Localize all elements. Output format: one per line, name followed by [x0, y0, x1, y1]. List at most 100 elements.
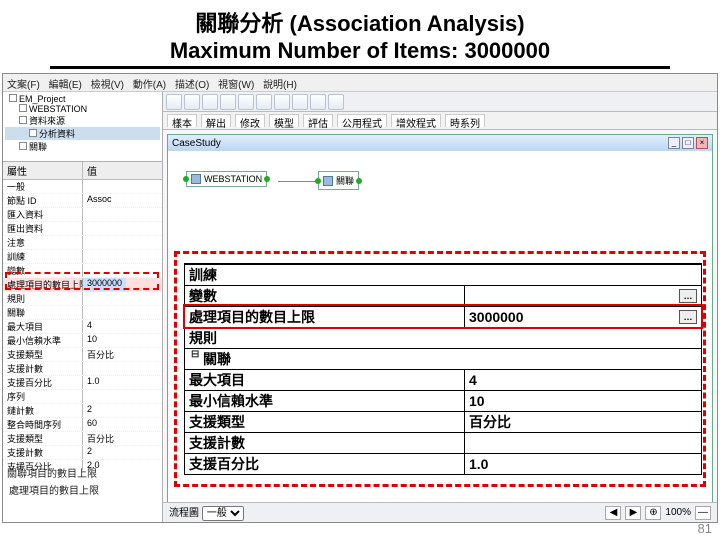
prop-row[interactable]: 關聯 — [3, 306, 162, 320]
status-bar: 流程圖 一般 ◀ ▶ ⊕ 100% — — [163, 502, 717, 522]
menu-window[interactable]: 視窗(W) — [218, 80, 254, 91]
toolbar-button[interactable] — [202, 94, 218, 110]
tab-modify[interactable]: 修改 — [235, 114, 265, 127]
value-max-items[interactable]: 3000000 — [469, 309, 524, 325]
window-minimize-button[interactable]: _ — [668, 137, 680, 149]
tab-timeseries[interactable]: 時系列 — [445, 114, 485, 127]
row-support-percent[interactable]: 支援百分比1.0 — [185, 453, 701, 474]
menu-edit[interactable]: 編輯(E) — [49, 80, 82, 91]
menu-desc[interactable]: 描述(O) — [175, 80, 209, 91]
toolbar-button[interactable] — [256, 94, 272, 110]
row-variables[interactable]: 變數 … — [185, 285, 701, 306]
section-train: 訓練 — [185, 264, 701, 285]
association-icon — [323, 176, 333, 186]
right-pane: 樣本 解出 修改 模型 評估 公用程式 增效程式 時系列 CaseStudy _… — [163, 92, 717, 522]
prop-row[interactable]: 節點 IDAssoc — [3, 194, 162, 208]
prop-row[interactable]: 匯入資料 — [3, 208, 162, 222]
window-close-button[interactable]: × — [696, 137, 708, 149]
project-tree[interactable]: EM_Project WEBSTATION 資料來源 分析資料 關聯 — [3, 92, 162, 162]
zoom-slider[interactable]: — — [695, 506, 711, 520]
toolbar-button[interactable] — [184, 94, 200, 110]
slide-subtitle: Maximum Number of Items: 3000000 — [50, 38, 670, 69]
folder-icon — [19, 142, 27, 150]
row-min-confidence[interactable]: 最小信賴水準10 — [185, 390, 701, 411]
flow-connector — [278, 181, 316, 182]
window-maximize-button[interactable]: □ — [682, 137, 694, 149]
prop-row[interactable]: 訓練 — [3, 250, 162, 264]
nav-prev-button[interactable]: ◀ — [605, 506, 621, 520]
left-footer-1: 關聯項目的數目上限 — [7, 465, 97, 480]
prop-row[interactable]: 最小信賴水準10 — [3, 334, 162, 348]
menu-action[interactable]: 動作(A) — [133, 80, 166, 91]
prop-row[interactable]: 序列 — [3, 390, 162, 404]
zoom-fit-button[interactable]: ⊕ — [645, 506, 661, 520]
prop-row[interactable]: 支援百分比1.0 — [3, 376, 162, 390]
row-max-items-processed[interactable]: 處理項目的數目上限 3000000… — [185, 306, 701, 327]
folder-icon — [19, 116, 27, 124]
prop-row[interactable]: 支援計數 — [3, 362, 162, 376]
left-prop-header: 屬性 值 — [3, 162, 162, 180]
tab-utility[interactable]: 公用程式 — [337, 114, 387, 127]
diagram-title: CaseStudy — [172, 138, 221, 149]
toolbar-button[interactable] — [274, 94, 290, 110]
tab-explore[interactable]: 解出 — [201, 114, 231, 127]
ellipsis-button[interactable]: … — [679, 310, 697, 324]
diagram-canvas[interactable]: WEBSTATION 關聯 — [168, 151, 712, 261]
node-icon — [29, 129, 37, 137]
prop-row[interactable]: 處理項目的數目上限3000000 — [3, 278, 162, 292]
app-window: 文案(F) 編輯(E) 檢視(V) 動作(A) 描述(O) 視窗(W) 說明(H… — [2, 73, 718, 523]
prop-row[interactable]: 支援計數2 — [3, 446, 162, 460]
diagram-window: CaseStudy _ □ × WEBSTATION 關聯 — [167, 134, 713, 510]
prop-row[interactable]: 整合時間序列60 — [3, 418, 162, 432]
node-association[interactable]: 關聯 — [318, 171, 359, 190]
menu-help[interactable]: 說明(H) — [263, 80, 297, 91]
main-toolbar — [163, 92, 717, 112]
prop-row[interactable]: 最大項目4 — [3, 320, 162, 334]
toolbar-button[interactable] — [328, 94, 344, 110]
prop-row[interactable]: 規則 — [3, 292, 162, 306]
toolbar-button[interactable] — [220, 94, 236, 110]
row-max-items[interactable]: 最大項目4 — [185, 369, 701, 390]
left-prop-grid[interactable]: 一般節點 IDAssoc匯入資料匯出資料注意訓練變數處理項目的數目上限30000… — [3, 180, 162, 470]
status-label: 流程圖 — [169, 508, 199, 519]
menu-view[interactable]: 檢視(V) — [91, 80, 124, 91]
datasource-icon — [191, 174, 201, 184]
prop-row[interactable]: 一般 — [3, 180, 162, 194]
nav-next-button[interactable]: ▶ — [625, 506, 641, 520]
ellipsis-button[interactable]: … — [679, 289, 697, 303]
toolbar-button[interactable] — [166, 94, 182, 110]
tab-bar: 樣本 解出 修改 模型 評估 公用程式 增效程式 時系列 — [163, 112, 717, 130]
section-association: ⊟ 關聯 — [185, 348, 701, 369]
tab-sample[interactable]: 樣本 — [167, 114, 197, 127]
tab-credit[interactable]: 增效程式 — [391, 114, 441, 127]
folder-icon — [9, 94, 17, 102]
slide-title: 關聯分析 (Association Analysis) — [0, 0, 720, 38]
menu-bar: 文案(F) 編輯(E) 檢視(V) 動作(A) 描述(O) 視窗(W) 說明(H… — [3, 74, 717, 92]
prop-row[interactable]: 變數 — [3, 264, 162, 278]
section-rules: 規則 — [185, 327, 701, 348]
page-number: 81 — [698, 521, 712, 536]
toolbar-button[interactable] — [310, 94, 326, 110]
node-webstation[interactable]: WEBSTATION — [186, 171, 267, 187]
prop-row[interactable]: 支援類型百分比 — [3, 348, 162, 362]
tab-assess[interactable]: 評估 — [303, 114, 333, 127]
row-support-count[interactable]: 支援計數 — [185, 432, 701, 453]
menu-file[interactable]: 文案(F) — [7, 80, 40, 91]
prop-row[interactable]: 支援類型百分比 — [3, 432, 162, 446]
folder-icon — [19, 104, 27, 112]
association-properties-table: 訓練 變數 … 處理項目的數目上限 3000000… 規則 ⊟ 關聯 最大項目4 — [184, 263, 702, 475]
collapse-icon[interactable]: ⊟ — [191, 349, 199, 360]
row-support-type[interactable]: 支援類型百分比 — [185, 411, 701, 432]
zoom-controls: ◀ ▶ ⊕ 100% — — [605, 506, 711, 520]
toolbar-button[interactable] — [238, 94, 254, 110]
toolbar-button[interactable] — [292, 94, 308, 110]
zoom-level: 100% — [665, 507, 691, 518]
tab-model[interactable]: 模型 — [269, 114, 299, 127]
prop-row[interactable]: 注意 — [3, 236, 162, 250]
left-pane: EM_Project WEBSTATION 資料來源 分析資料 關聯 屬性 值 … — [3, 92, 163, 522]
left-footer-2: 處理項目的數目上限 — [7, 481, 101, 498]
view-mode-select[interactable]: 一般 — [202, 506, 244, 521]
prop-row[interactable]: 匯出資料 — [3, 222, 162, 236]
diagram-titlebar: CaseStudy _ □ × — [168, 135, 712, 151]
prop-row[interactable]: 鏈計數2 — [3, 404, 162, 418]
